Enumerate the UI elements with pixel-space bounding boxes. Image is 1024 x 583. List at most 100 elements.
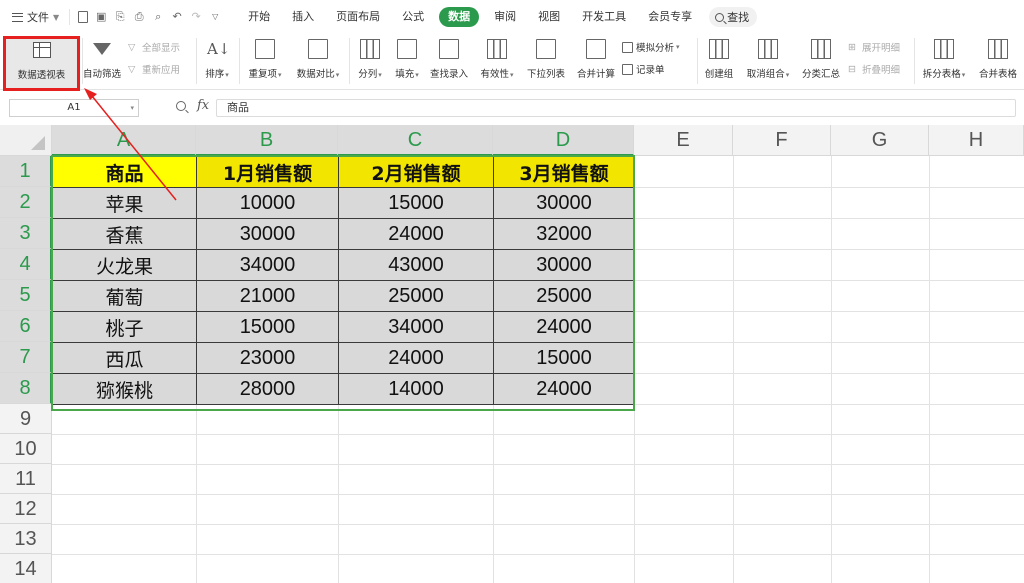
redo-icon[interactable]: ↷ [190,11,202,23]
what-if-button[interactable]: 模拟分析 ▾ [622,40,680,54]
row-header-2[interactable]: 2 [0,187,52,218]
value-cell[interactable]: 24000 [493,373,635,405]
product-cell[interactable]: 猕猴桃 [52,373,197,405]
compare-button[interactable]: 数据对比▾ [290,36,346,80]
expand-detail-button[interactable]: ⊞ 展开明细 [848,40,900,55]
tab-developer[interactable]: 开发工具 [571,7,637,27]
print-preview-icon[interactable]: ⌕ [152,11,164,23]
function-icon[interactable]: fx [197,98,209,113]
column-header-f[interactable]: F [733,125,831,156]
value-cell[interactable]: 15000 [493,342,635,374]
value-cell[interactable]: 30000 [493,187,635,219]
formula-input[interactable]: 商品 [216,99,1016,117]
value-cell[interactable]: 15000 [196,311,339,343]
value-cell[interactable]: 28000 [196,373,339,405]
row-header-12[interactable]: 12 [0,494,52,524]
lookup-entry-button[interactable]: 查找录入 [426,36,472,80]
header-cell-product[interactable]: 商品 [52,156,197,188]
name-box[interactable]: A1 ▾ [9,99,139,117]
search-button[interactable]: 查找 [709,7,758,27]
value-cell[interactable]: 15000 [338,187,494,219]
product-cell[interactable]: 火龙果 [52,249,197,281]
validity-button[interactable]: 有效性▾ [475,36,519,80]
pivot-table-button[interactable]: 数据透视表 [6,40,77,86]
file-menu[interactable]: 文件 ▼ [0,0,65,34]
row-header-7[interactable]: 7 [0,342,52,373]
column-header-d[interactable]: D [493,125,634,156]
product-cell[interactable]: 香蕉 [52,218,197,250]
product-cell[interactable]: 苹果 [52,187,197,219]
select-all-corner[interactable] [0,125,52,156]
value-cell[interactable]: 14000 [338,373,494,405]
value-cell[interactable]: 32000 [493,218,635,250]
row-header-4[interactable]: 4 [0,249,52,280]
chevron-down-icon[interactable]: ▾ [130,100,134,116]
value-cell[interactable]: 21000 [196,280,339,312]
tab-review[interactable]: 审阅 [483,7,527,27]
value-cell[interactable]: 24000 [338,218,494,250]
product-cell[interactable]: 桃子 [52,311,197,343]
value-cell[interactable]: 25000 [493,280,635,312]
split-column-button[interactable]: 分列▾ [353,36,387,80]
record-form-button[interactable]: 记录单 [622,62,665,76]
fill-button[interactable]: 填充▾ [390,36,424,80]
export-icon[interactable]: ⎘ [114,11,126,23]
value-cell[interactable]: 30000 [196,218,339,250]
row-header-8[interactable]: 8 [0,373,52,404]
tab-home[interactable]: 开始 [237,7,281,27]
value-cell[interactable]: 24000 [338,342,494,374]
column-header-b[interactable]: B [196,125,338,156]
dropdown-list-button[interactable]: 下拉列表 [522,36,570,80]
consolidate-button[interactable]: 合并计算 [572,36,620,80]
header-cell-feb[interactable]: 2月销售额 [338,156,494,188]
spreadsheet-grid[interactable]: ABCDEFGH 1 2 3 4 5 6 7 8 9 10 11 12 13 14 商品 1月销售额 2月… [0,125,1024,583]
ungroup-button[interactable]: 取消组合▾ [741,36,795,80]
create-group-button[interactable]: 创建组 [700,36,738,80]
row-header-6[interactable]: 6 [0,311,52,342]
tab-page-layout[interactable]: 页面布局 [325,7,391,27]
zoom-search-icon[interactable] [176,101,186,111]
column-header-c[interactable]: C [338,125,493,156]
tab-data[interactable]: 数据 [439,7,480,27]
subtotal-button[interactable]: 分类汇总 [798,36,844,80]
row-header-5[interactable]: 5 [0,280,52,311]
show-all-button[interactable]: ▽ 全部显示 [128,40,180,55]
value-cell[interactable]: 10000 [196,187,339,219]
merge-table-button[interactable]: 合并表格 [974,36,1022,80]
value-cell[interactable]: 23000 [196,342,339,374]
undo-icon[interactable]: ↶ [171,11,183,23]
row-header-11[interactable]: 11 [0,464,52,494]
product-cell[interactable]: 葡萄 [52,280,197,312]
duplicates-button[interactable]: 重复项▾ [243,36,287,80]
split-table-button[interactable]: 拆分表格▾ [918,36,970,80]
tab-formulas[interactable]: 公式 [391,7,435,27]
column-header-g[interactable]: G [831,125,929,156]
row-header-1[interactable]: 1 [0,156,52,187]
value-cell[interactable]: 25000 [338,280,494,312]
auto-filter-button[interactable]: 自动筛选 [80,36,124,80]
value-cell[interactable]: 34000 [196,249,339,281]
tab-view[interactable]: 视图 [527,7,571,27]
collapse-detail-button[interactable]: ⊟ 折叠明细 [848,62,900,77]
tab-member[interactable]: 会员专享 [637,7,703,27]
reapply-button[interactable]: ▽ 重新应用 [128,62,180,77]
row-header-14[interactable]: 14 [0,554,52,583]
header-cell-mar[interactable]: 3月销售额 [493,156,635,188]
new-document-icon[interactable] [78,11,89,23]
row-header-13[interactable]: 13 [0,524,52,554]
tab-insert[interactable]: 插入 [281,7,325,27]
customize-dropdown-icon[interactable]: ▽ [209,11,221,23]
header-cell-jan[interactable]: 1月销售额 [196,156,339,188]
row-header-9[interactable]: 9 [0,404,52,434]
value-cell[interactable]: 34000 [338,311,494,343]
save-icon[interactable]: ▣ [95,11,107,23]
row-header-3[interactable]: 3 [0,218,52,249]
value-cell[interactable]: 24000 [493,311,635,343]
print-icon[interactable]: ⎙ [133,11,145,23]
row-header-10[interactable]: 10 [0,434,52,464]
sort-button[interactable]: A↓ 排序▾ [199,36,235,80]
column-header-e[interactable]: E [634,125,733,156]
value-cell[interactable]: 30000 [493,249,635,281]
column-header-a[interactable]: A [52,125,196,156]
value-cell[interactable]: 43000 [338,249,494,281]
